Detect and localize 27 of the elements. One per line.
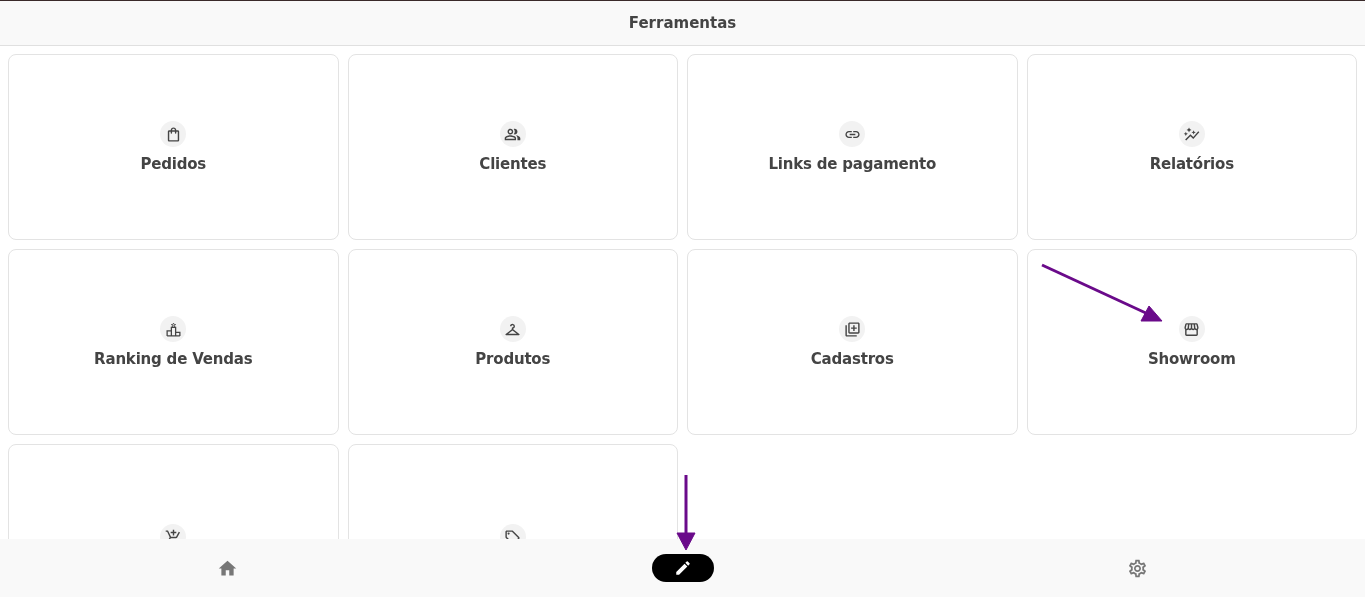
hanger-icon [499,316,526,342]
pencil-icon [673,559,692,577]
page-title: Ferramentas [628,14,737,32]
tool-label: Cadastros [810,350,894,368]
tool-label: Produtos [475,350,551,368]
tool-label: Links de pagamento [768,155,937,173]
tool-card[interactable]: Clientes [347,54,678,240]
people-icon [499,121,526,147]
podium-icon [160,316,187,342]
shopping-bag-icon [160,121,187,147]
tool-card[interactable]: Produtos [347,249,678,435]
tool-card[interactable]: Cadastros [687,249,1018,435]
link-icon [839,121,866,147]
add-library-icon [839,316,866,342]
tool-card[interactable]: Showroom [1026,249,1357,435]
tool-label: Showroom [1147,350,1236,368]
settings-icon [1127,557,1148,579]
tool-label: Ranking de Vendas [94,350,253,368]
tool-label: Pedidos [140,155,207,173]
tool-card[interactable]: Ranking de Vendas [8,249,339,435]
tool-card[interactable]: Links de pagamento [687,54,1018,240]
tool-label: Relatórios [1149,155,1234,173]
edit-button[interactable] [651,554,714,582]
storefront-icon [1178,316,1205,342]
tool-card[interactable]: Pedidos [8,54,339,240]
tool-label: Clientes [479,155,547,173]
tool-card[interactable]: Relatórios [1026,54,1357,240]
